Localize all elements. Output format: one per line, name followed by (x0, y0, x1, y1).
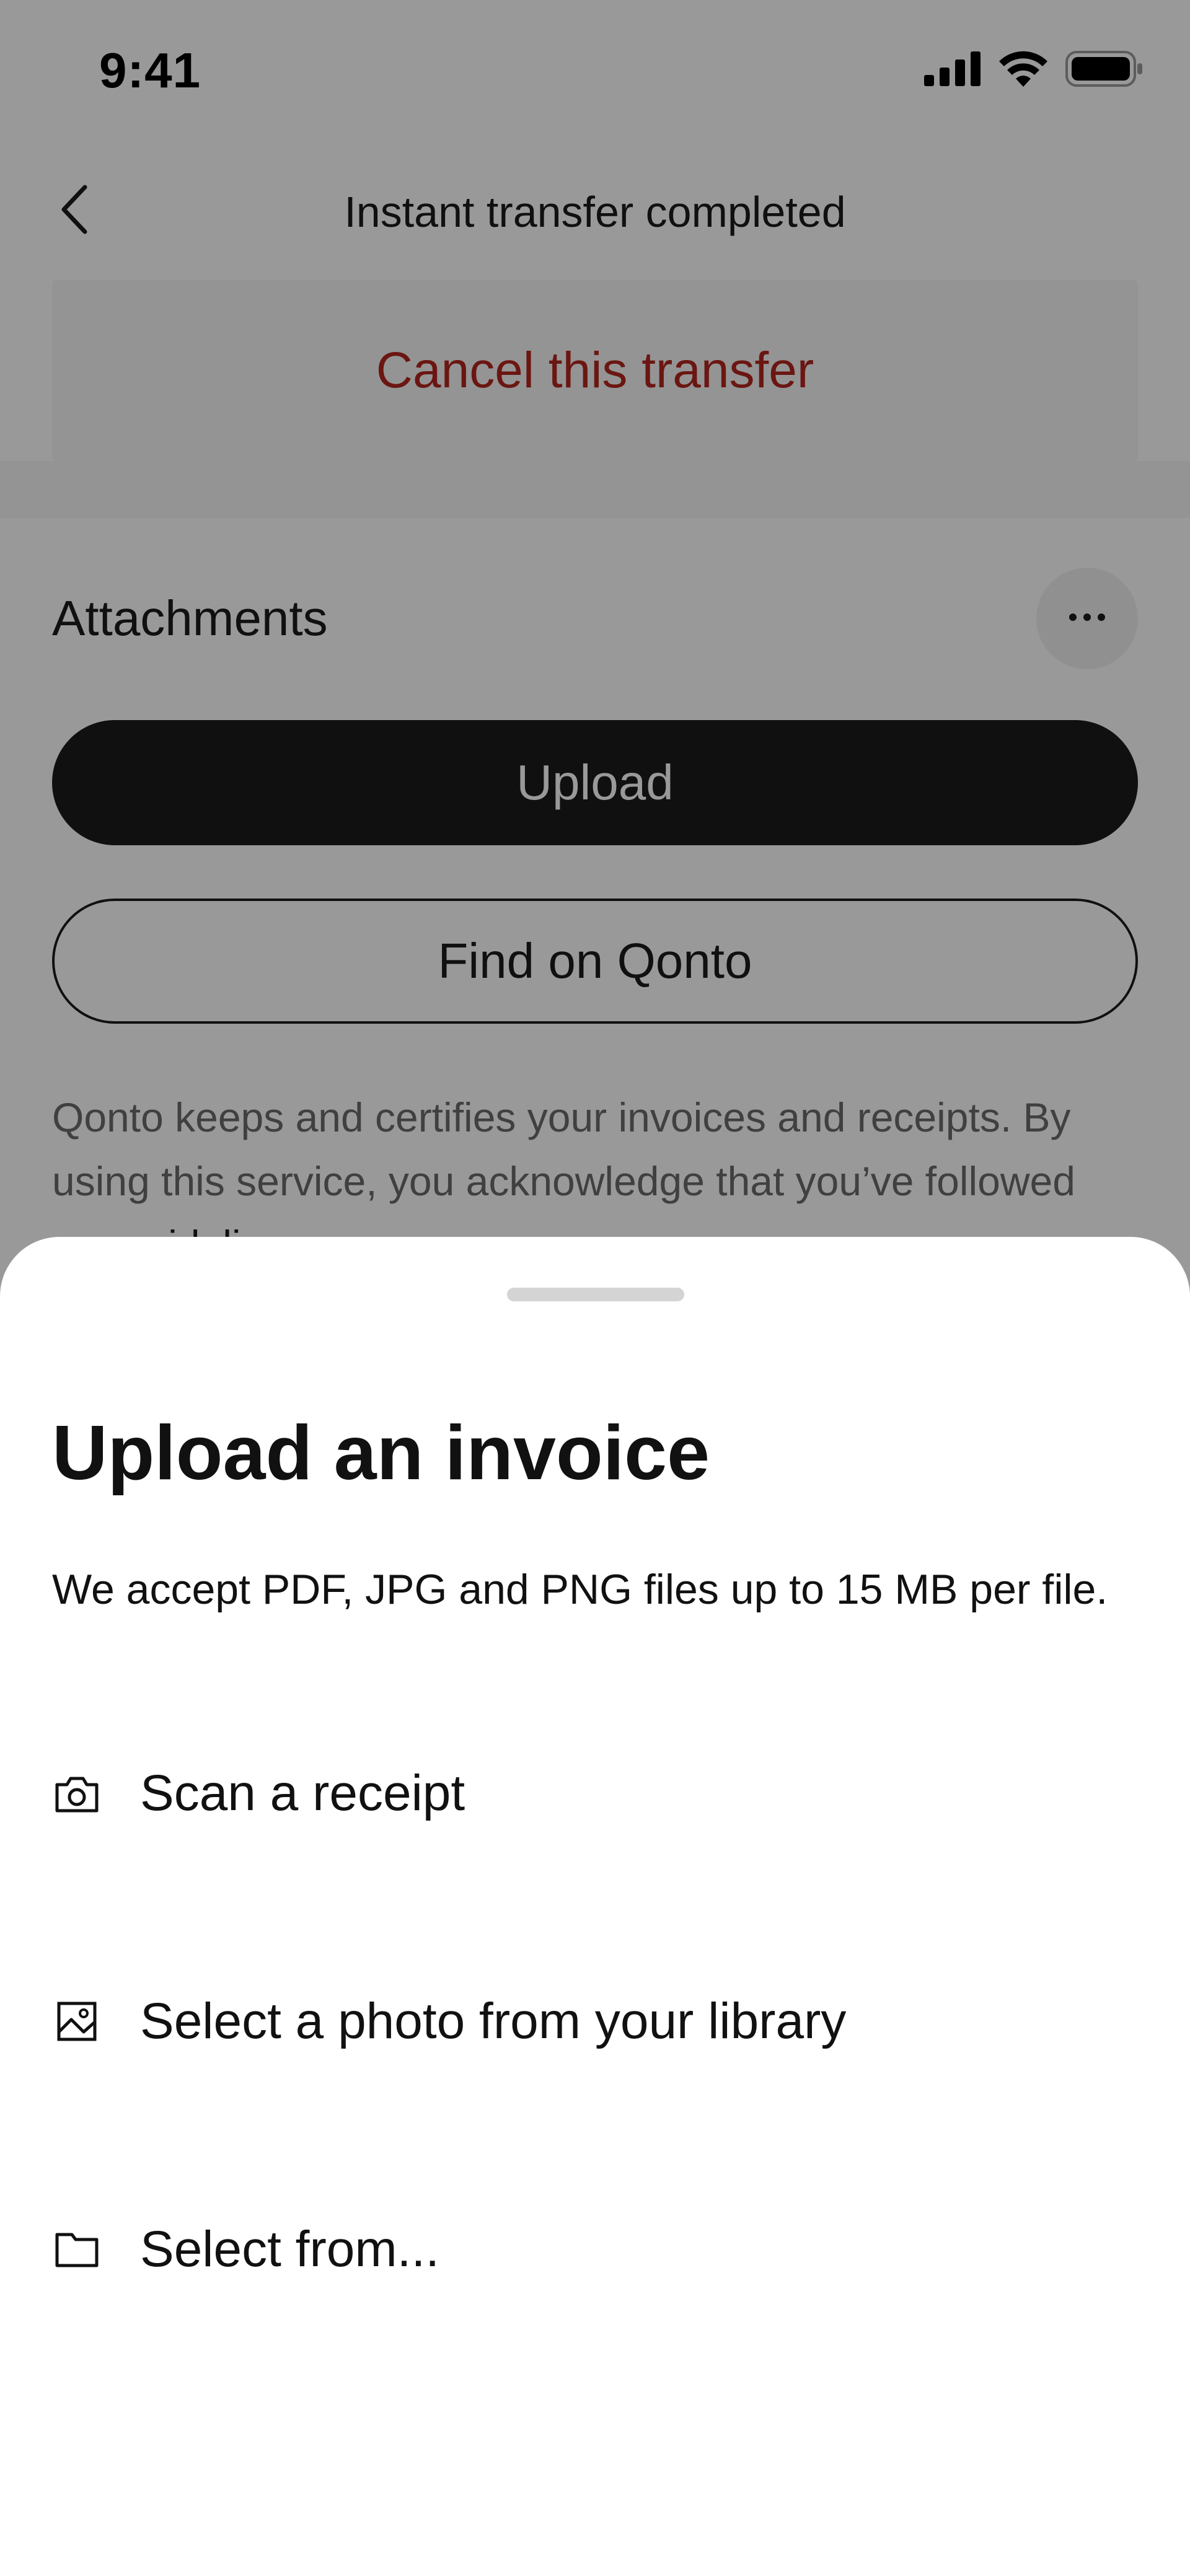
option-select-photo[interactable]: Select a photo from your library (52, 1972, 1138, 2071)
sheet-grabber[interactable] (507, 1288, 684, 1301)
option-label: Select from... (140, 2221, 440, 2277)
folder-icon (52, 2225, 102, 2274)
option-label: Scan a receipt (140, 1765, 465, 1821)
option-scan-receipt[interactable]: Scan a receipt (52, 1744, 1138, 1843)
sheet-description: We accept PDF, JPG and PNG files up to 1… (52, 1566, 1108, 1613)
option-select-from[interactable]: Select from... (52, 2200, 1138, 2299)
upload-bottom-sheet: Upload an invoice We accept PDF, JPG and… (0, 1237, 1190, 2576)
sheet-title: Upload an invoice (52, 1410, 710, 1496)
image-icon (52, 1997, 102, 2046)
camera-icon (52, 1769, 102, 1818)
option-label: Select a photo from your library (140, 1993, 847, 2049)
app-screen: 9:41 Instant transfer completed Cancel t… (0, 0, 1190, 2576)
